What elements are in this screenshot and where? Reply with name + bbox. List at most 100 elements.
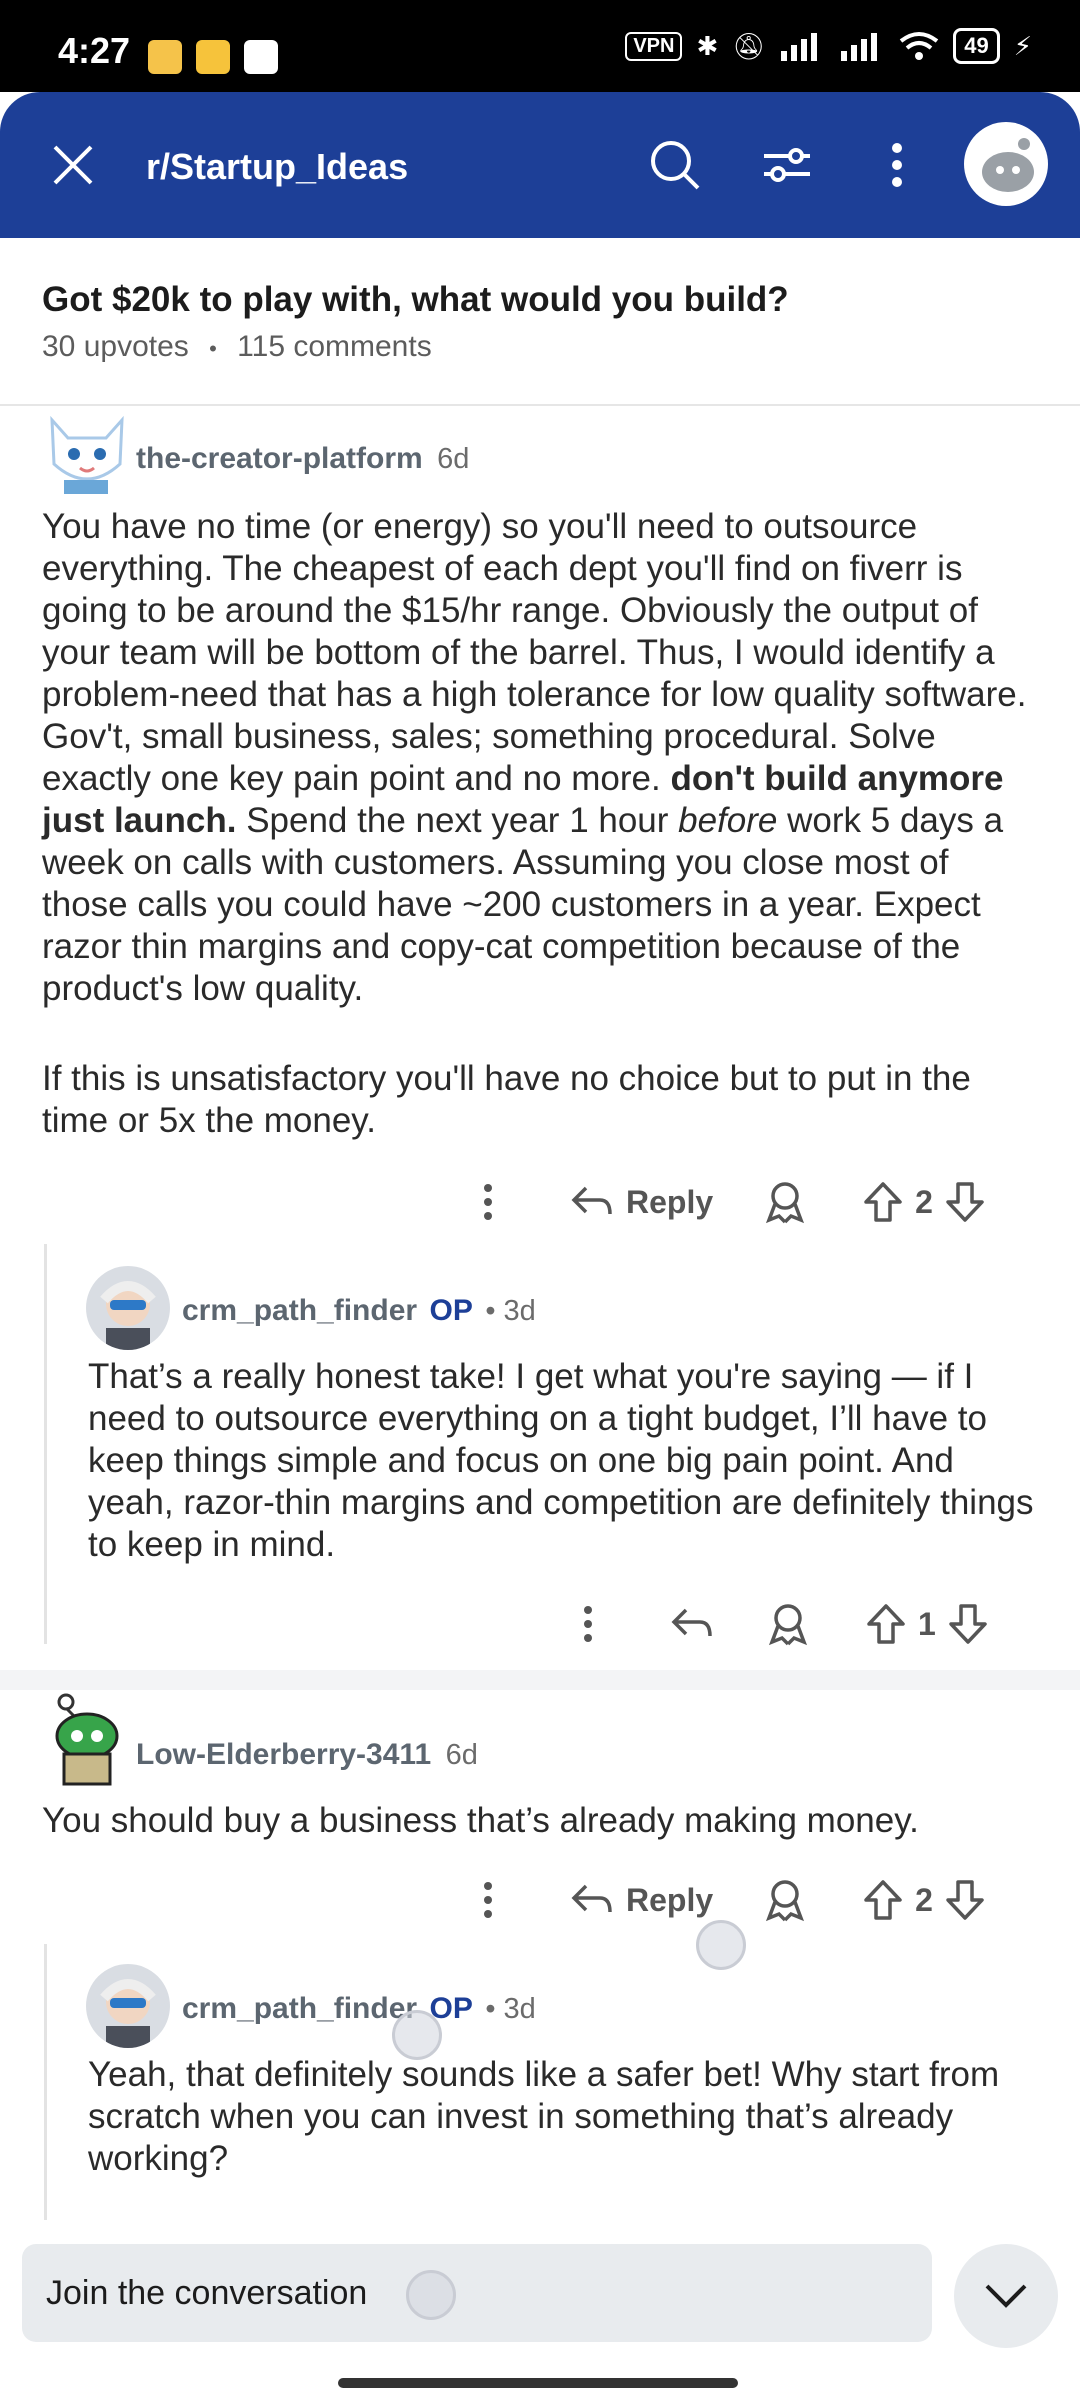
upvote-count: 30 upvotes — [42, 330, 189, 363]
status-icons: VPN ✱ 🔕︎ 49 ⚡ — [625, 28, 1032, 64]
more-vertical-icon — [484, 1882, 492, 1918]
comment-2-age: • 3d — [485, 1295, 536, 1327]
expand-button[interactable] — [954, 2244, 1058, 2348]
downvote-icon[interactable] — [948, 1603, 988, 1645]
touch-indicator — [406, 2270, 456, 2320]
vpn-badge: VPN — [625, 31, 683, 61]
reply-icon — [571, 1884, 612, 1913]
comment-4-username[interactable]: crm_path_finder — [182, 1992, 417, 2025]
touch-indicator — [392, 2010, 442, 2060]
comment-1-award-button[interactable] — [765, 1172, 805, 1232]
downvote-icon[interactable] — [945, 1181, 985, 1223]
comment-2-actions: 1 — [556, 1594, 988, 1654]
post-meta: 30 upvotes • 115 comments — [42, 330, 432, 364]
app-bar: r/Startup_Ideas — [0, 92, 1080, 238]
close-icon — [53, 145, 93, 185]
comment-1-username[interactable]: the-creator-platform — [136, 442, 423, 475]
reply-label: Reply — [626, 1183, 714, 1220]
comment-2-more-button[interactable] — [556, 1594, 620, 1654]
comment-2-op-badge: OP — [429, 1294, 473, 1327]
op-avatar-icon — [100, 1281, 156, 1350]
comment-1-italic-text: before — [678, 801, 778, 840]
comment-3-body: You should buy a business that’s already… — [42, 1801, 919, 1840]
search-icon — [651, 141, 700, 190]
comment-3-username[interactable]: Low-Elderberry-3411 — [136, 1738, 431, 1771]
touch-indicator — [696, 1920, 746, 1970]
comment-1-vote: 2 — [863, 1172, 985, 1232]
downvote-icon[interactable] — [945, 1879, 985, 1921]
cat-avatar-icon — [50, 415, 124, 494]
post-title: Got $20k to play with, what would you bu… — [42, 280, 789, 319]
comment-2-avatar[interactable] — [86, 1266, 170, 1350]
comment-3-score: 2 — [915, 1881, 933, 1918]
comment-1-avatar[interactable] — [42, 408, 132, 498]
comment-4-age: • 3d — [485, 1993, 536, 2025]
battery-indicator: 49 — [953, 28, 1000, 64]
comment-2-score: 1 — [918, 1605, 936, 1642]
snoo-avatar-icon — [982, 138, 1034, 192]
mute-icon: 🔕︎ — [732, 30, 766, 61]
comment-2-award-button[interactable] — [768, 1594, 808, 1654]
subreddit-title[interactable]: r/Startup_Ideas — [146, 146, 408, 188]
comment-2-vote: 1 — [866, 1594, 988, 1654]
more-options-button[interactable] — [862, 130, 932, 200]
comment-1-score: 2 — [915, 1183, 933, 1220]
search-button[interactable] — [640, 130, 710, 200]
bottom-bar: Join the conversation — [0, 2220, 1080, 2400]
upvote-icon[interactable] — [866, 1603, 906, 1645]
thread-line — [44, 1944, 47, 2234]
comment-3-award-button[interactable] — [765, 1870, 805, 1930]
signal-icon-2 — [841, 33, 878, 61]
status-time: 4:27 — [58, 30, 131, 71]
join-conversation-input[interactable]: Join the conversation — [22, 2244, 932, 2342]
comment-1-reply-button[interactable]: Reply — [570, 1172, 713, 1232]
comment-3-avatar[interactable] — [42, 1692, 132, 1788]
comment-1-age: 6d — [437, 443, 470, 475]
comment-2-reply-button[interactable] — [670, 1594, 712, 1654]
comment-2-body: That’s a really honest take! I get what … — [88, 1357, 1034, 1564]
comment-3-more-button[interactable] — [456, 1870, 520, 1930]
reply-icon — [671, 1608, 712, 1637]
charging-icon: ⚡ — [1013, 30, 1032, 61]
filter-button[interactable] — [752, 130, 822, 200]
comment-count: 115 comments — [237, 330, 432, 363]
comment-1-body: You have no time (or energy) so you'll n… — [42, 506, 1042, 1010]
award-icon — [766, 1880, 805, 1922]
bluetooth-icon: ✱ — [696, 30, 719, 61]
notification-icon-app — [244, 40, 278, 74]
more-vertical-icon — [584, 1606, 592, 1642]
comment-4-body: Yeah, that definitely sounds like a safe… — [88, 2055, 1000, 2178]
more-vertical-icon — [484, 1184, 492, 1220]
notification-icon-notes — [148, 40, 182, 74]
user-avatar[interactable] — [964, 122, 1048, 206]
comment-1-actions: Reply 2 — [456, 1172, 985, 1232]
filter-icon — [764, 148, 810, 182]
op-avatar-icon — [100, 1979, 156, 2048]
status-bar: 4:27 VPN ✱ 🔕︎ 49 ⚡ — [0, 0, 1080, 92]
home-indicator[interactable] — [338, 2378, 738, 2388]
comment-1-more-button[interactable] — [456, 1172, 520, 1232]
comment-3-reply-button[interactable]: Reply — [570, 1870, 713, 1930]
snoo-avatar-icon — [55, 1693, 119, 1786]
reply-label: Reply — [626, 1881, 714, 1918]
award-icon — [768, 1604, 808, 1646]
chevron-down-icon — [985, 2284, 1027, 2308]
join-placeholder: Join the conversation — [46, 2274, 368, 2312]
comment-4-avatar[interactable] — [86, 1964, 170, 2048]
post-header[interactable]: Got $20k to play with, what would you bu… — [0, 238, 1080, 406]
comment-1-text-part: You have no time (or energy) so you'll n… — [42, 507, 1027, 798]
wifi-icon — [900, 32, 939, 60]
comment-3-vote: 2 — [863, 1870, 985, 1930]
award-icon — [766, 1182, 805, 1224]
close-button[interactable] — [38, 130, 108, 200]
upvote-icon[interactable] — [863, 1181, 903, 1223]
upvote-icon[interactable] — [863, 1879, 903, 1921]
signal-icon — [781, 33, 818, 61]
more-vertical-icon — [892, 143, 902, 187]
comment-2-username[interactable]: crm_path_finder — [182, 1294, 417, 1327]
comment-3-age: 6d — [445, 1739, 478, 1771]
reply-icon — [571, 1186, 612, 1215]
comment-divider — [0, 1670, 1080, 1690]
notification-icon-mail — [196, 40, 230, 74]
thread-line — [44, 1244, 47, 1644]
